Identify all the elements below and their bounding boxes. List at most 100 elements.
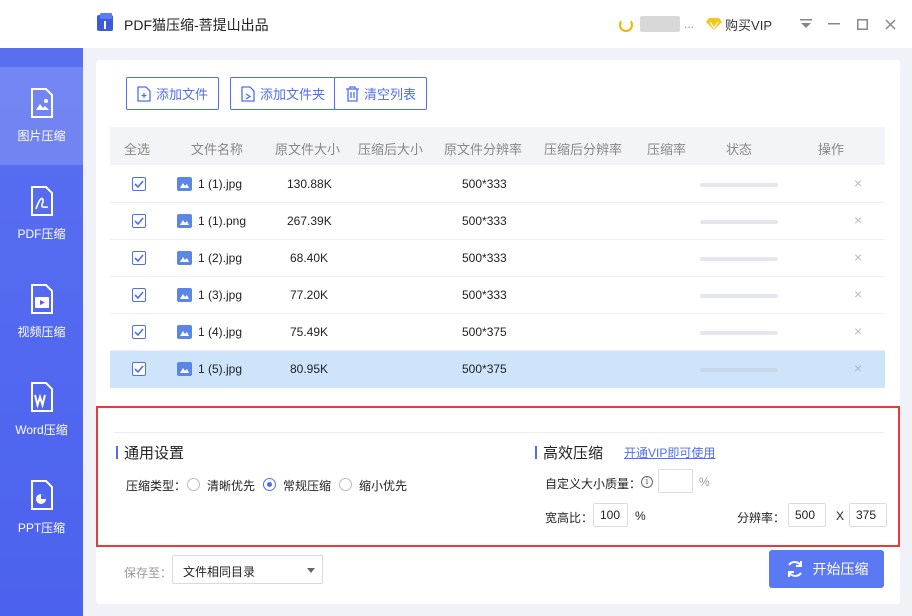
general-settings-title: 通用设置	[116, 442, 184, 463]
image-file-icon	[177, 288, 192, 302]
start-compress-label: 开始压缩	[812, 561, 869, 577]
sidebar-item-label: PPT压缩	[17, 521, 66, 535]
table-row[interactable]: 1 (1).png 267.39K 500*333 ×	[110, 203, 885, 240]
resolution-width-input[interactable]	[788, 503, 826, 527]
compression-settings-panel: 通用设置 压缩类型： 清晰优先 常规压缩 缩小优先 高效压缩 开通VIP即可使用…	[96, 406, 900, 547]
table-row[interactable]: 1 (1).jpg 130.88K 500*333 ×	[110, 166, 885, 203]
aspect-ratio-input[interactable]	[593, 503, 628, 527]
open-vip-link[interactable]: 开通VIP即可使用	[624, 444, 715, 461]
delete-row-icon[interactable]: ×	[854, 249, 862, 265]
resolution-height-input[interactable]	[849, 503, 887, 527]
progress-bar	[700, 220, 778, 224]
add-file-label: 添加文件	[156, 87, 209, 102]
delete-row-icon[interactable]: ×	[854, 286, 862, 302]
custom-quality-input[interactable]	[658, 469, 693, 493]
table-row[interactable]: 1 (4).jpg 75.49K 500*375 ×	[110, 314, 885, 351]
sidebar-item-ppt-compress[interactable]: PPT压缩	[0, 459, 83, 557]
sidebar-item-label: 视频压缩	[17, 325, 66, 339]
comp-res-header: 压缩后分辨率	[544, 142, 623, 157]
progress-bar	[700, 331, 778, 335]
progress-bar	[700, 368, 778, 372]
save-location-value: 文件相同目录	[183, 565, 256, 579]
add-file-icon	[137, 85, 151, 102]
radio-clarity-first[interactable]	[187, 478, 200, 491]
image-file-icon	[30, 88, 53, 118]
delete-row-icon[interactable]: ×	[854, 175, 862, 191]
aspect-ratio-label: 宽高比：	[545, 511, 594, 525]
option-clarity-first-label[interactable]: 清晰优先	[207, 477, 255, 494]
orig-size: 77.20K	[290, 288, 329, 302]
file-name: 1 (1).jpg	[198, 177, 243, 191]
file-name: 1 (5).jpg	[198, 362, 243, 376]
row-checkbox[interactable]	[132, 177, 146, 191]
row-checkbox[interactable]	[132, 288, 146, 302]
option-size-first-label[interactable]: 缩小优先	[359, 477, 407, 494]
user-name[interactable]	[640, 16, 681, 32]
radio-normal-compress[interactable]	[263, 478, 276, 491]
row-checkbox[interactable]	[132, 251, 146, 265]
table-row[interactable]: 1 (3).jpg 77.20K 500*333 ×	[110, 277, 885, 314]
info-icon[interactable]: i	[641, 476, 653, 488]
sidebar-item-pdf-compress[interactable]: PDF压缩	[0, 165, 83, 263]
orig-size: 130.88K	[287, 177, 332, 191]
orig-res-header: 原文件分辨率	[444, 142, 523, 157]
ppt-file-icon	[30, 480, 53, 510]
row-checkbox[interactable]	[132, 362, 146, 376]
sidebar-item-label: PDF压缩	[17, 227, 66, 241]
row-checkbox[interactable]	[132, 325, 146, 339]
save-to-label: 保存至：	[124, 566, 173, 580]
clear-list-label: 清空列表	[364, 87, 417, 102]
maximize-icon[interactable]	[850, 12, 874, 36]
table-row[interactable]: 1 (2).jpg 68.40K 500*333 ×	[110, 240, 885, 277]
orig-size: 68.40K	[290, 251, 329, 265]
comp-size-header: 压缩后大小	[358, 142, 424, 157]
table-row-selected[interactable]: 1 (5).jpg 80.95K 500*375 ×	[110, 351, 885, 388]
buy-vip-button[interactable]: 购买VIP	[725, 15, 772, 34]
divider	[114, 432, 884, 433]
table-header: 全选 文件名称 原文件大小 压缩后大小 原文件分辨率 压缩后分辨率 压缩率 状态…	[110, 127, 885, 165]
delete-row-icon[interactable]: ×	[854, 323, 862, 339]
sidebar-item-image-compress[interactable]: 图片压缩	[0, 67, 83, 165]
orig-resolution: 500*333	[462, 177, 507, 191]
video-file-icon	[30, 284, 53, 314]
close-icon[interactable]	[878, 12, 902, 36]
title-bar: PDF猫压缩-菩提山出品 ... 购买VIP	[0, 0, 912, 48]
custom-quality-label: 自定义大小质量：	[545, 477, 642, 491]
main-panel: 添加文件 添加文件夹 清空列表 全选 文件名称 原文件大小 压缩后大小 原文件分…	[96, 60, 900, 604]
minimize-icon[interactable]	[822, 12, 846, 36]
row-checkbox[interactable]	[132, 214, 146, 228]
add-folder-button[interactable]: 添加文件夹	[230, 77, 337, 110]
user-crown-icon	[619, 18, 634, 32]
select-all-header[interactable]: 全选	[124, 139, 150, 158]
orig-resolution: 500*375	[462, 362, 507, 376]
sidebar-item-label: Word压缩	[15, 423, 68, 437]
add-folder-label: 添加文件夹	[260, 87, 326, 102]
app-logo-icon	[97, 13, 113, 31]
menu-dropdown-icon[interactable]	[794, 12, 818, 36]
delete-row-icon[interactable]: ×	[854, 212, 862, 228]
word-file-icon	[30, 382, 53, 412]
compress-type-label: 压缩类型：	[126, 479, 187, 493]
clear-list-button[interactable]: 清空列表	[334, 77, 428, 110]
pdf-file-icon	[30, 186, 53, 216]
progress-bar	[700, 294, 778, 298]
add-file-button[interactable]: 添加文件	[126, 77, 220, 110]
file-name-header: 文件名称	[191, 142, 244, 157]
chevron-down-icon	[307, 568, 315, 573]
app-title: PDF猫压缩-菩提山出品	[124, 17, 269, 33]
sidebar-item-video-compress[interactable]: 视频压缩	[0, 263, 83, 361]
radio-size-first[interactable]	[339, 478, 352, 491]
file-name: 1 (3).jpg	[198, 288, 243, 302]
start-compress-button[interactable]: 开始压缩	[769, 550, 884, 588]
orig-resolution: 500*375	[462, 325, 507, 339]
delete-row-icon[interactable]: ×	[854, 360, 862, 376]
sidebar-item-word-compress[interactable]: Word压缩	[0, 361, 83, 459]
option-normal-compress-label[interactable]: 常规压缩	[283, 477, 331, 494]
percent-unit: %	[699, 475, 710, 489]
trash-icon	[346, 85, 359, 102]
file-name: 1 (2).jpg	[198, 251, 243, 265]
aspect-percent-unit: %	[635, 509, 646, 523]
image-file-icon	[177, 214, 192, 228]
save-location-select[interactable]: 文件相同目录	[172, 555, 323, 584]
image-file-icon	[177, 177, 192, 191]
